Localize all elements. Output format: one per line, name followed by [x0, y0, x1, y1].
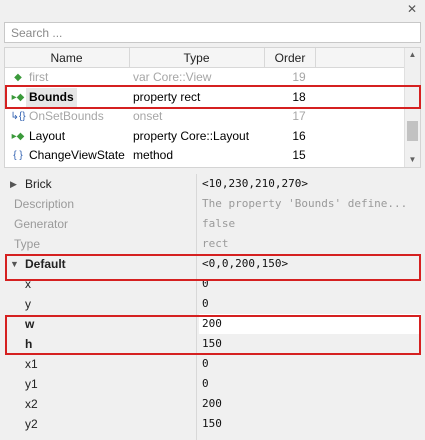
member-name: Bounds: [26, 87, 77, 107]
property-value: rect: [202, 237, 229, 250]
member-order: 17: [292, 109, 306, 123]
property-value[interactable]: 0: [202, 354, 209, 374]
member-order: 19: [292, 70, 306, 84]
property-name: Description: [14, 197, 75, 211]
member-row[interactable]: ◆ first var Core::View 19: [5, 68, 405, 88]
property-value[interactable]: 0: [202, 374, 209, 394]
property-name: x1: [25, 357, 38, 371]
members-scrollbar[interactable]: ▲ ▼: [404, 48, 420, 167]
member-row-selected[interactable]: ▸◆ Bounds property rect 18: [5, 87, 405, 107]
property-name: y2: [25, 417, 38, 431]
property-row-default[interactable]: ▼ Default <0,0,200,150>: [0, 254, 425, 274]
property-value[interactable]: 150: [202, 414, 222, 434]
property-name: Type: [14, 237, 41, 251]
property-row-type[interactable]: Type rect: [0, 234, 425, 254]
collapse-icon[interactable]: ▼: [10, 254, 19, 274]
property-name: w: [25, 317, 35, 331]
property-value[interactable]: <10,230,210,270>: [202, 174, 308, 194]
property-value[interactable]: 200: [202, 394, 222, 414]
property-name: Generator: [14, 217, 69, 231]
scrollbar-thumb[interactable]: [407, 121, 418, 141]
property-value: false: [202, 217, 236, 230]
column-header-order[interactable]: Order: [264, 48, 316, 68]
property-grid: ▶ Brick <10,230,210,270> Description The…: [0, 174, 425, 440]
member-name: ChangeViewState: [29, 148, 125, 162]
close-icon: ✕: [406, 2, 418, 16]
member-order: 15: [292, 148, 306, 162]
member-type: method: [133, 148, 174, 162]
property-value[interactable]: 0: [202, 294, 209, 314]
property-name: Default: [25, 257, 66, 271]
property-row-y2[interactable]: y2 150: [0, 414, 425, 434]
member-name: Layout: [29, 128, 66, 143]
property-row-h[interactable]: h 150: [0, 334, 425, 354]
member-row[interactable]: ▸◆ Layout property Core::Layout 16: [5, 127, 405, 147]
property-value: The property 'Bounds' define...: [202, 197, 408, 210]
close-button[interactable]: ✕: [405, 2, 419, 16]
property-row-brick[interactable]: ▶ Brick <10,230,210,270>: [0, 174, 425, 194]
property-row-w[interactable]: w 200: [0, 314, 425, 334]
property-row-y[interactable]: y 0: [0, 294, 425, 314]
property-name: y1: [25, 377, 38, 391]
member-order: 16: [292, 128, 306, 143]
expand-icon[interactable]: ▶: [10, 174, 17, 194]
search-input[interactable]: Search ...: [4, 22, 421, 43]
property-row-y1[interactable]: y1 0: [0, 374, 425, 394]
scroll-up-icon[interactable]: ▲: [405, 48, 420, 62]
property-value[interactable]: 200: [199, 314, 421, 334]
method-icon: { }: [13, 150, 23, 161]
property-row-description[interactable]: Description The property 'Bounds' define…: [0, 194, 425, 214]
members-header: Name Type Order: [5, 48, 405, 68]
property-value[interactable]: <0,0,200,150>: [202, 254, 288, 274]
property-value[interactable]: 0: [202, 274, 209, 294]
member-type: property rect: [133, 89, 201, 104]
member-row[interactable]: { } ChangeViewState method 15: [5, 146, 405, 166]
property-row-x2[interactable]: x2 200: [0, 394, 425, 414]
member-name: OnSetBounds: [29, 109, 104, 123]
scroll-down-icon[interactable]: ▼: [405, 153, 420, 167]
member-type: onset: [133, 109, 163, 123]
property-name: Brick: [25, 177, 52, 191]
property-name: x: [25, 277, 31, 291]
search-placeholder: Search ...: [11, 26, 63, 40]
property-name: h: [25, 337, 33, 351]
member-type: property Core::Layout: [133, 128, 250, 143]
property-icon: ▸◆: [11, 130, 25, 142]
property-value[interactable]: 150: [202, 334, 222, 354]
property-icon: ◆: [14, 72, 22, 83]
member-row[interactable]: ↳{} OnSetBounds onset 17: [5, 107, 405, 127]
property-name: y: [25, 297, 31, 311]
property-row-x[interactable]: x 0: [0, 274, 425, 294]
onset-icon: ↳{}: [10, 111, 26, 122]
member-type: var Core::View: [133, 70, 212, 84]
column-header-name[interactable]: Name: [5, 48, 128, 68]
member-order: 18: [292, 89, 306, 104]
property-name: x2: [25, 397, 38, 411]
member-name: first: [29, 70, 49, 84]
property-row-generator[interactable]: Generator false: [0, 214, 425, 234]
column-header-type[interactable]: Type: [129, 48, 263, 68]
property-row-x1[interactable]: x1 0: [0, 354, 425, 374]
members-list: Name Type Order ◆ first var Core::View 1…: [4, 47, 421, 168]
property-icon: ▸◆: [11, 91, 25, 103]
